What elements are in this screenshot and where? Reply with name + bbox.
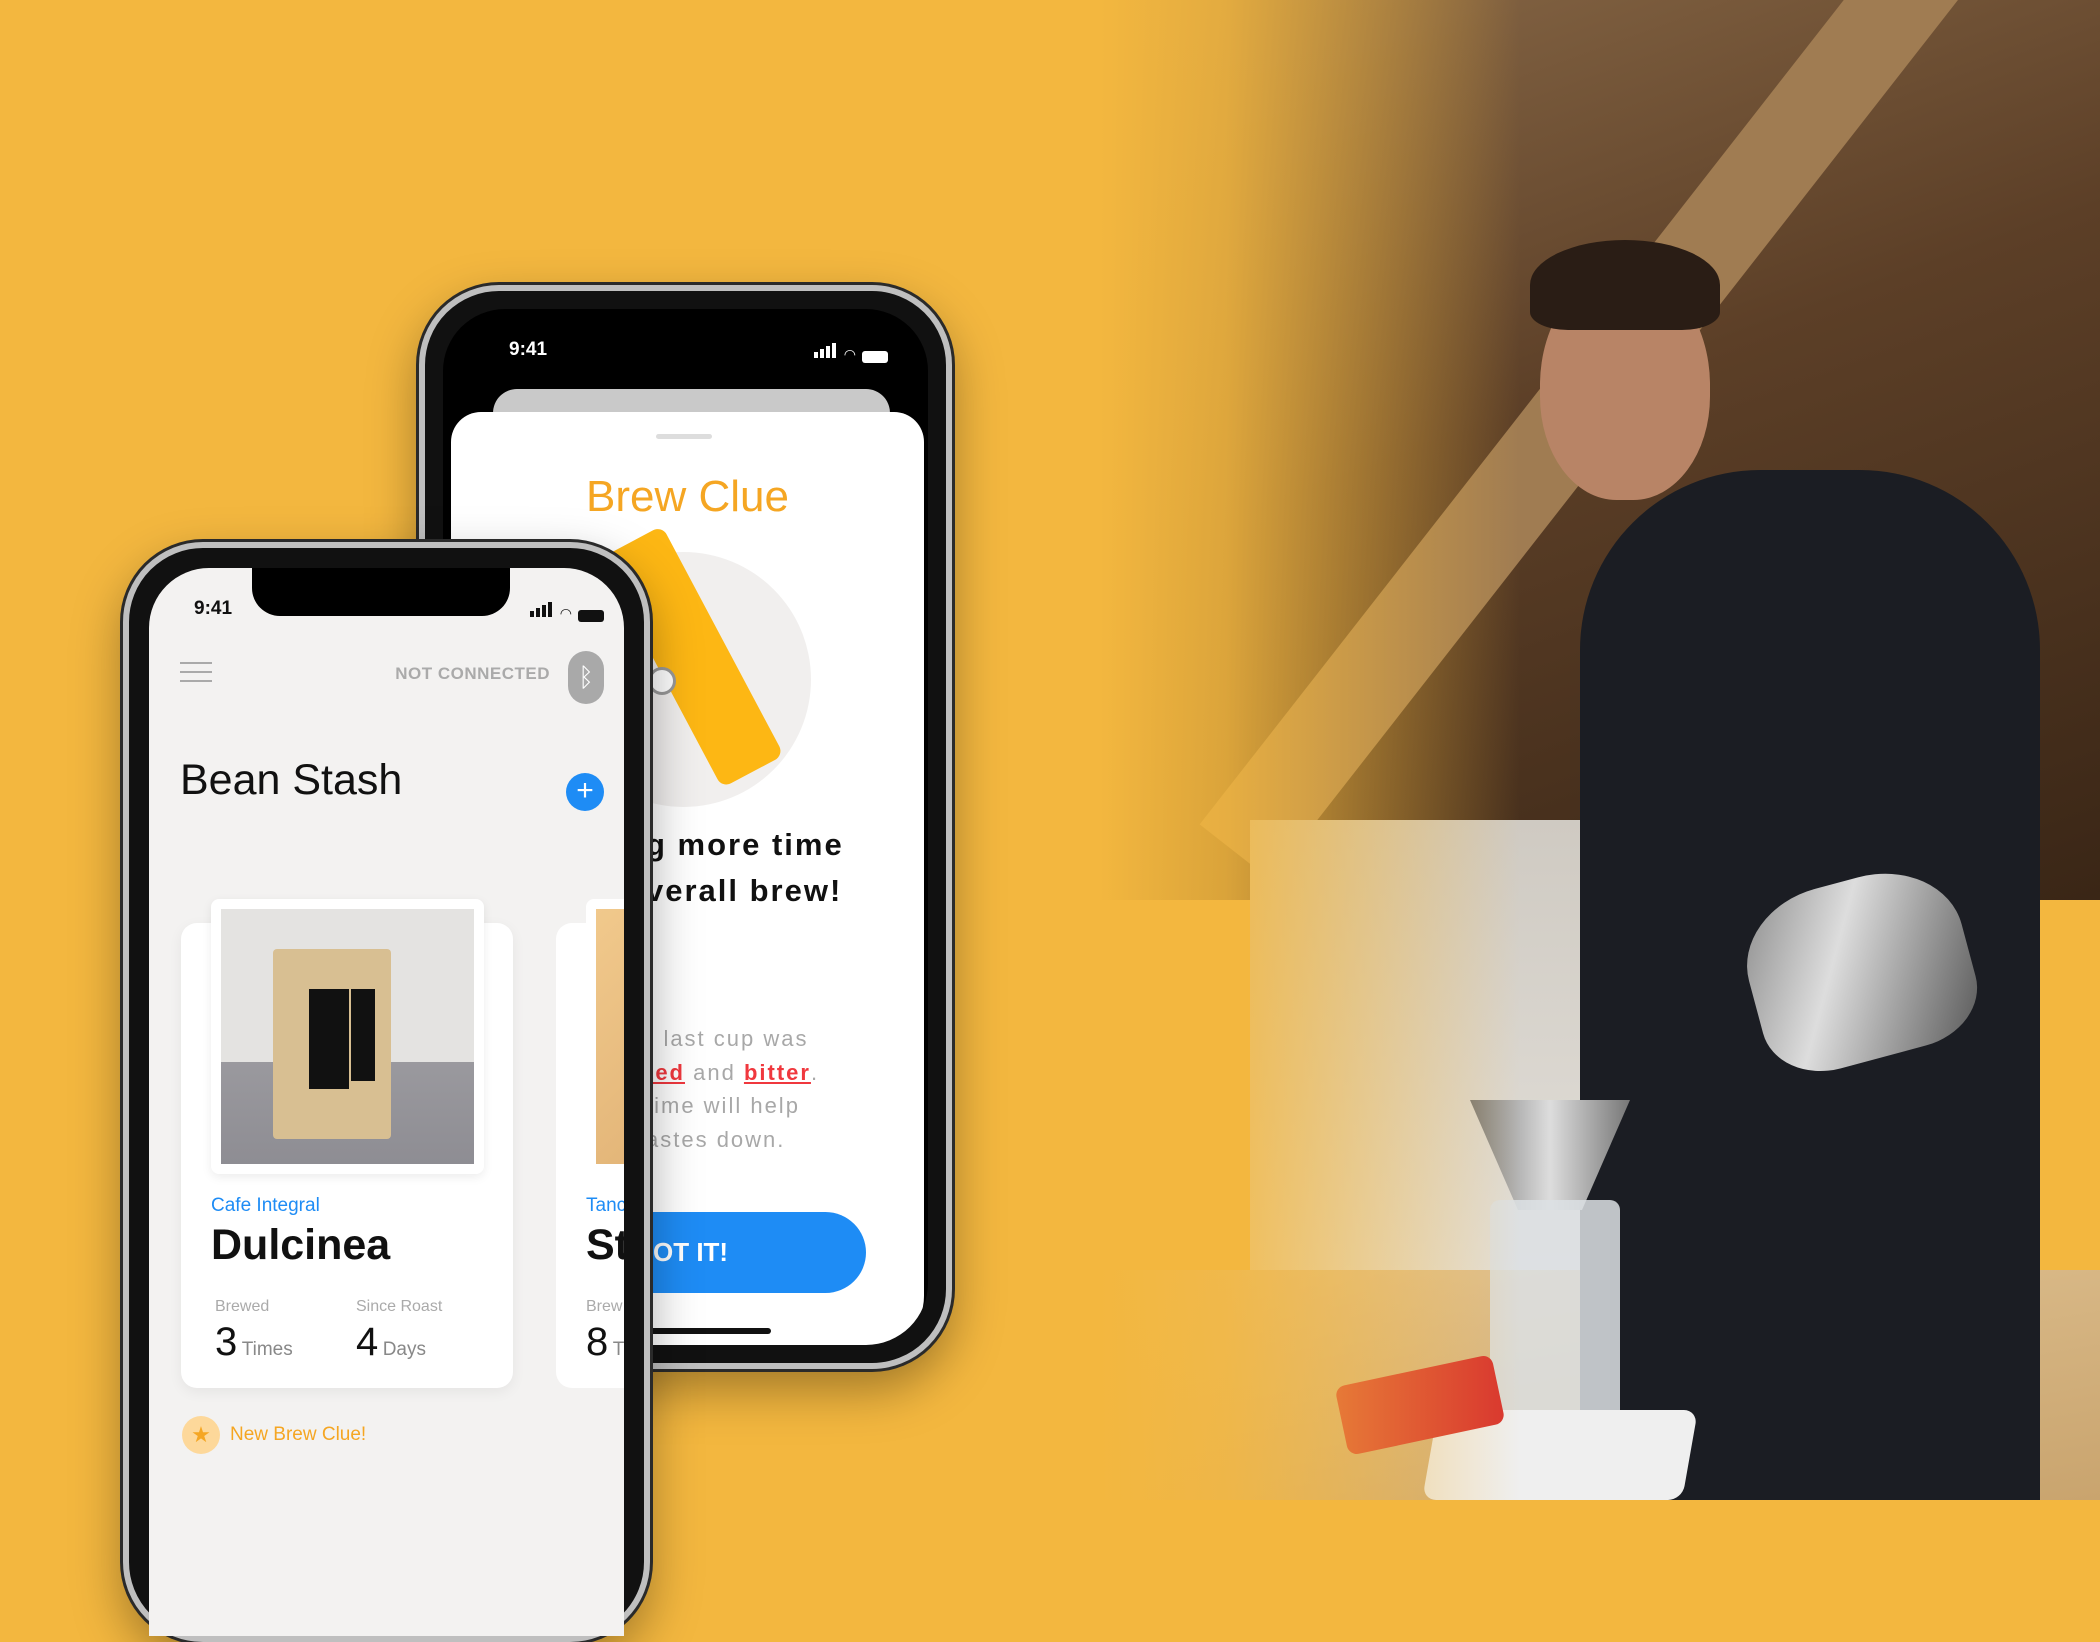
coffee-bag-image: [221, 909, 474, 1164]
new-brew-clue-link[interactable]: ★ New Brew Clue!: [182, 1416, 366, 1454]
taste-tag-bitter: bitter: [743, 1059, 811, 1085]
roaster-name: Tanc: [586, 1195, 624, 1216]
stat-label: Since Roast: [356, 1298, 443, 1315]
wifi-icon: ◠: [559, 605, 572, 621]
notch: [252, 568, 510, 616]
bean-card[interactable]: Cafe Integral Dulcinea Brewed 3 Times Si…: [181, 899, 513, 1388]
body-text: .: [810, 1059, 820, 1085]
signal-icon: [813, 343, 838, 363]
stat-value: 4: [356, 1320, 379, 1364]
bean-card[interactable]: Tanc St Brew 8 T: [556, 899, 624, 1388]
person-hair: [1530, 240, 1720, 330]
bluetooth-button[interactable]: ᛒ: [568, 651, 604, 704]
drag-handle[interactable]: [656, 434, 712, 439]
stat-brewed: Brew 8 T: [586, 1298, 624, 1365]
stat-label: Brewed: [215, 1298, 270, 1315]
stat-brewed: Brewed 3 Times: [215, 1298, 293, 1365]
notch: [557, 309, 819, 359]
body-line: astes down.: [646, 1126, 786, 1152]
got-it-label: OT IT!: [653, 1237, 729, 1267]
modal-headline: g more time verall brew!: [646, 822, 844, 914]
hamburger-menu-icon[interactable]: [180, 662, 212, 682]
status-icons: ◠: [529, 602, 604, 622]
status-icons: ◠: [813, 343, 888, 363]
wifi-icon: ◠: [843, 346, 856, 362]
plus-icon: +: [576, 774, 594, 807]
roaster-name: Cafe Integral: [211, 1195, 320, 1216]
taste-tag-red: ted: [646, 1059, 685, 1085]
photo-fade: [1100, 0, 1520, 1500]
stat-label: Brew: [586, 1298, 623, 1315]
add-bean-button[interactable]: +: [566, 773, 604, 811]
stat-unit: Times: [241, 1339, 293, 1360]
star-icon: ★: [182, 1416, 220, 1454]
bean-name: St: [586, 1221, 624, 1269]
body-text: and: [685, 1059, 744, 1085]
body-line: r last cup was: [646, 1026, 809, 1051]
stat-unit: T: [612, 1339, 624, 1360]
coffee-bag-image: [596, 909, 624, 1164]
page-title: Bean Stash: [180, 756, 403, 804]
signal-icon: [529, 602, 554, 622]
headline-line: g more time: [646, 827, 844, 862]
front-phone: 9:41 ◠ NOT CONNECTED ᛒ Bean Stash + Cafe…: [123, 542, 650, 1642]
status-time: 9:41: [509, 339, 548, 360]
bean-name: Dulcinea: [211, 1221, 391, 1269]
stat-value: 8: [586, 1320, 609, 1364]
body-line: ted and bitter.: [646, 1056, 819, 1090]
bean-photo: [586, 899, 624, 1174]
bluetooth-icon: ᛒ: [578, 662, 594, 692]
battery-icon: [578, 610, 604, 622]
bean-photo: [211, 899, 484, 1174]
notification-text: New Brew Clue!: [230, 1424, 367, 1445]
watch-icon: [648, 667, 676, 695]
stat-value: 3: [215, 1320, 238, 1364]
battery-icon: [862, 351, 888, 363]
body-line: time will help: [646, 1093, 800, 1118]
stat-unit: Days: [382, 1339, 426, 1360]
modal-title: Brew Clue: [586, 472, 789, 521]
connection-status: NOT CONNECTED: [395, 664, 550, 683]
status-time: 9:41: [194, 598, 233, 619]
modal-body: r last cup was ted and bitter. time will…: [646, 1022, 819, 1156]
headline-line: verall brew!: [646, 873, 843, 908]
front-phone-screen: 9:41 ◠ NOT CONNECTED ᛒ Bean Stash + Cafe…: [149, 568, 624, 1636]
stat-since-roast: Since Roast 4 Days: [356, 1298, 442, 1365]
